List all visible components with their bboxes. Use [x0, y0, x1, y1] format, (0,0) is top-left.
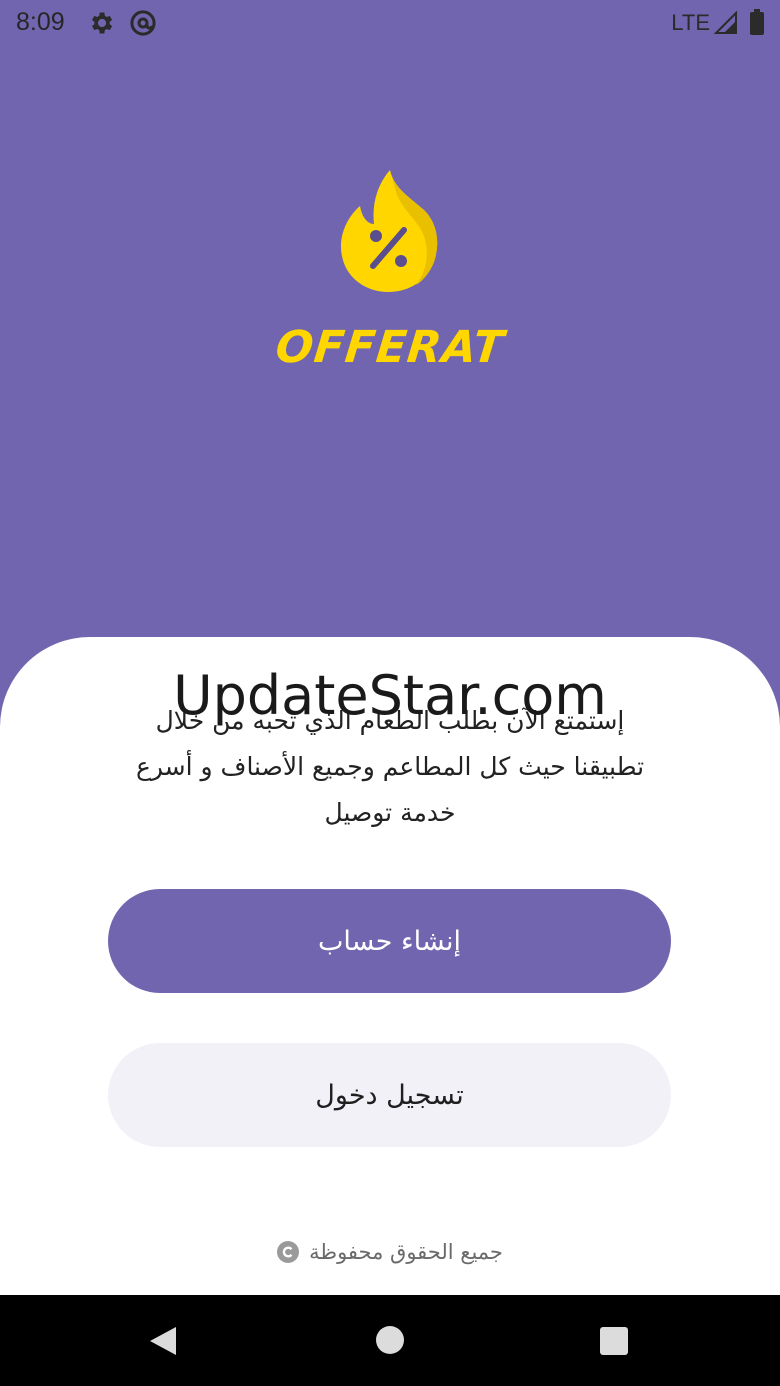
battery-icon [750, 9, 764, 35]
signal-icon [713, 10, 738, 35]
copyright-icon [277, 1241, 300, 1263]
home-icon[interactable] [376, 1326, 404, 1354]
create-account-button[interactable]: إنشاء حساب [108, 889, 671, 993]
network-type: LTE [671, 10, 710, 35]
navigation-bar [0, 1295, 780, 1386]
copyright-text: جميع الحقوق محفوظة [309, 1240, 503, 1264]
login-button[interactable]: تسجيل دخول [108, 1043, 671, 1147]
copyright-footer: جميع الحقوق محفوظة [0, 1240, 780, 1264]
watermark: UpdateStar.com [173, 664, 607, 727]
status-time: 8:09 [16, 8, 65, 36]
percent-flame-icon [338, 166, 440, 294]
brand-name: OFFERAT [273, 322, 507, 373]
status-bar: 8:09 LTE [0, 0, 780, 46]
gear-icon [87, 9, 115, 37]
splash-screen: 8:09 LTE OFFERAT UpdateStar.com إستمتع ا… [0, 0, 780, 1386]
at-sign-icon [129, 9, 157, 37]
recents-icon[interactable] [600, 1327, 628, 1355]
back-icon[interactable] [148, 1325, 178, 1357]
